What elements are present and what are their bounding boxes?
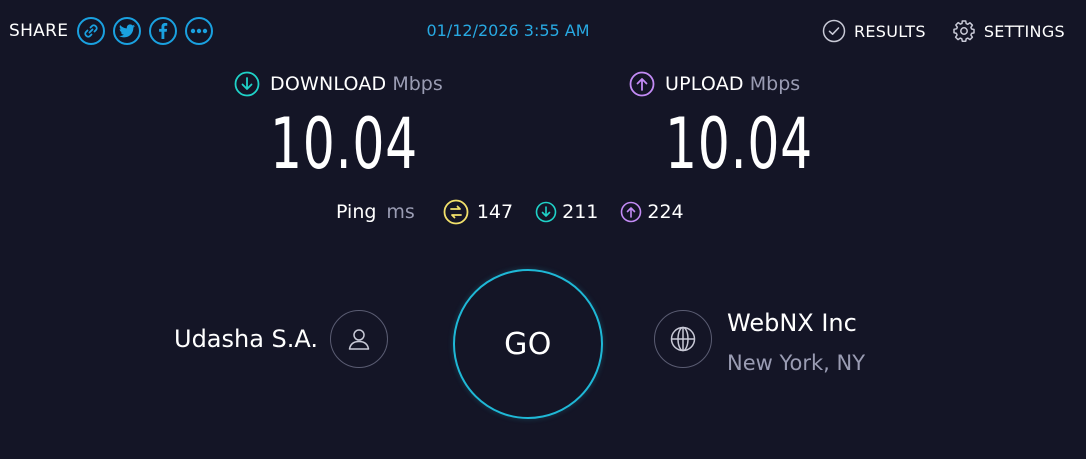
speedtest-page: SHARE 01/12/2026 3:55 AM RESULTS SETTING… [0,0,1086,459]
ping-label: Ping [336,201,377,223]
download-latency-icon [535,201,557,223]
download-title: DOWNLOAD [270,73,387,95]
download-header: DOWNLOAD Mbps [234,70,475,98]
isp-info[interactable]: Udasha S.A. [174,310,389,368]
results-button[interactable]: RESULTS [822,19,926,43]
upload-result: UPLOAD Mbps 10.04 [629,70,870,184]
top-nav: RESULTS SETTINGS [796,19,1065,43]
server-location: New York, NY [727,351,866,375]
settings-button[interactable]: SETTINGS [952,19,1065,43]
go-label: GO [504,326,552,362]
globe-icon [670,326,696,352]
download-arrow-icon [234,71,260,97]
ping-unit: ms [386,201,415,223]
gear-icon [953,20,975,42]
server-name: WebNX Inc [727,309,857,337]
isp-name: Udasha S.A. [174,325,319,353]
upload-arrow-icon [629,71,655,97]
upload-latency-icon [621,201,642,223]
server-icon-circle [654,310,712,368]
download-unit: Mbps [392,73,443,95]
server-text: WebNX Inc New York, NY [727,306,865,378]
results-label: RESULTS [853,21,926,41]
download-speed-value: 10.04 [270,103,418,185]
ping-idle-value: 147 [476,201,514,223]
upload-speed-value: 10.04 [665,103,813,185]
ping-upload-value: 224 [647,201,684,223]
go-button[interactable]: GO [453,269,603,419]
upload-header: UPLOAD Mbps [629,70,870,98]
settings-label: SETTINGS [983,21,1065,41]
check-circle-icon [822,19,846,43]
server-info[interactable]: WebNX Inc New York, NY [654,308,865,378]
download-result: DOWNLOAD Mbps 10.04 [234,70,475,184]
isp-icon-circle [330,310,389,368]
upload-unit: Mbps [749,73,801,95]
ping-download-value: 211 [562,201,599,223]
idle-latency-icon [443,199,469,225]
ping-row: Ping ms 147 211 224 [336,198,684,226]
upload-title: UPLOAD [665,73,744,95]
user-icon [348,329,370,350]
